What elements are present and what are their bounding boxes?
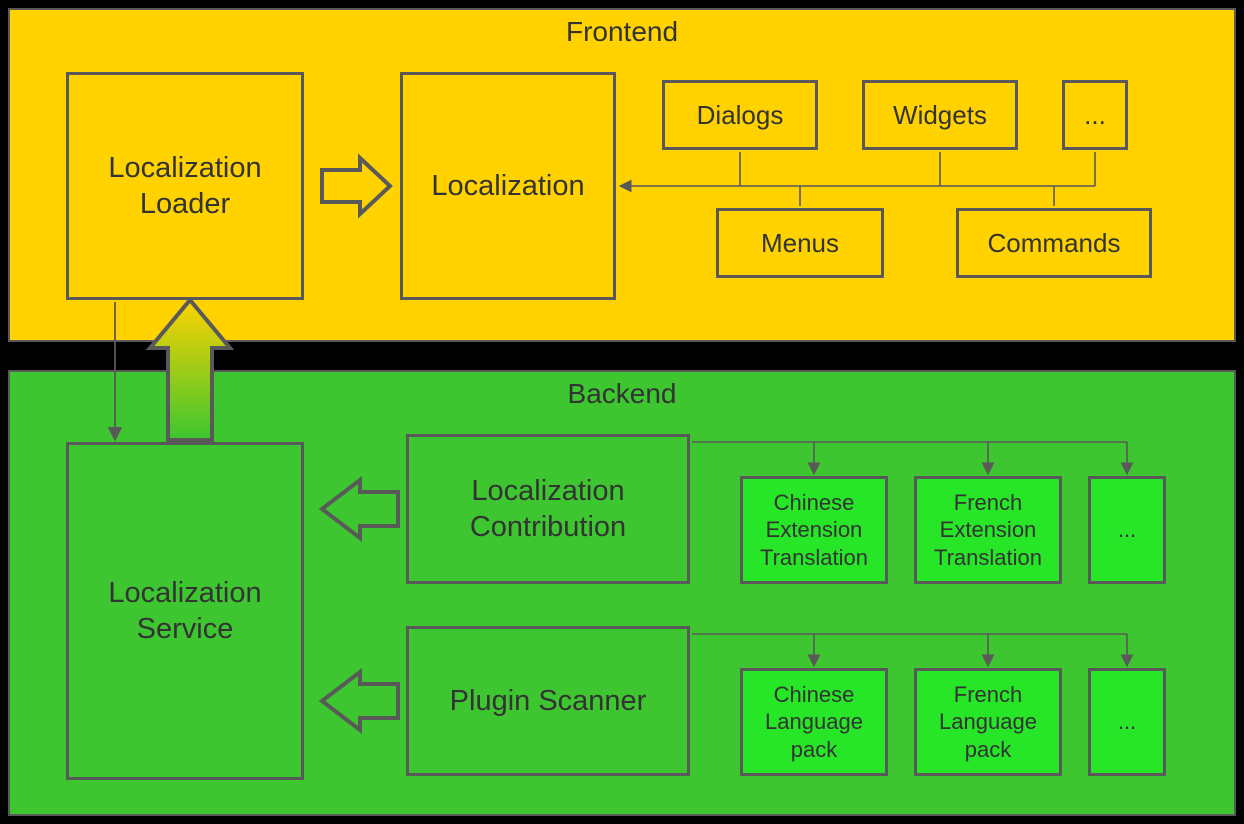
box-localization: Localization [400,72,616,300]
box-localization-contribution: LocalizationContribution [406,434,690,584]
frontend-panel: Frontend LocalizationLoader Localization… [8,8,1236,342]
box-localization-loader: LocalizationLoader [66,72,304,300]
arrow-loader-to-localization-icon [322,158,390,214]
backend-panel: Backend LocalizationService Localization… [8,370,1236,816]
box-chinese-extension-translation: ChineseExtensionTranslation [740,476,888,584]
box-dialogs: Dialogs [662,80,818,150]
backend-title: Backend [568,378,677,410]
box-chinese-language-pack: ChineseLanguagepack [740,668,888,776]
arrow-contribution-to-service-icon [322,480,398,538]
box-menus: Menus [716,208,884,278]
box-commands: Commands [956,208,1152,278]
box-french-extension-translation: FrenchExtensionTranslation [914,476,1062,584]
box-frontend-more: ... [1062,80,1128,150]
box-language-pack-more: ... [1088,668,1166,776]
box-plugin-scanner: Plugin Scanner [406,626,690,776]
arrow-scanner-to-service-icon [322,672,398,730]
box-french-language-pack: FrenchLanguagepack [914,668,1062,776]
box-localization-service: LocalizationService [66,442,304,780]
box-extension-more: ... [1088,476,1166,584]
box-widgets: Widgets [862,80,1018,150]
frontend-title: Frontend [566,16,678,48]
